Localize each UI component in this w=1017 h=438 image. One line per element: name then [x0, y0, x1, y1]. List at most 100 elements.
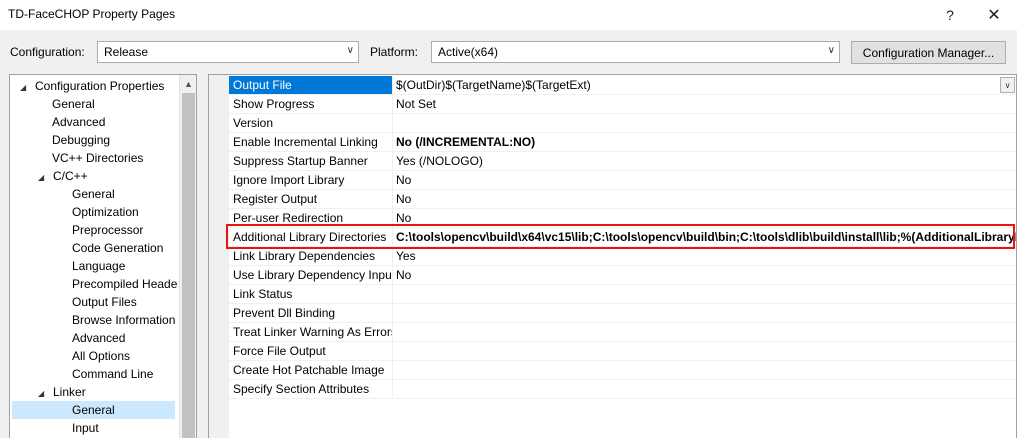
property-value[interactable]: Not Set: [394, 95, 1016, 113]
property-row[interactable]: Additional Library Directories C:\tools\o…: [229, 228, 1016, 247]
property-value[interactable]: [394, 304, 1016, 322]
tree-item[interactable]: Preprocessor: [10, 221, 143, 239]
tree-item-label: General: [72, 403, 115, 417]
property-name: Specify Section Attributes: [229, 380, 393, 398]
property-row[interactable]: Use Library Dependency Input No: [229, 266, 1016, 285]
platform-label: Platform:: [370, 45, 419, 59]
tree-item-label: Command Line: [72, 367, 154, 381]
tree-item[interactable]: VC++ Directories: [10, 149, 143, 167]
tree-item-label: Language: [72, 259, 126, 273]
tree-item[interactable]: Debugging: [10, 131, 110, 149]
property-name: Show Progress: [229, 95, 393, 113]
tree-item[interactable]: All Options: [10, 347, 130, 365]
property-name: Additional Library Directories: [229, 228, 393, 246]
property-row[interactable]: Version: [229, 114, 1016, 133]
property-value[interactable]: No: [394, 190, 1016, 208]
property-row[interactable]: Prevent Dll Binding: [229, 304, 1016, 323]
property-name: Use Library Dependency Input: [229, 266, 393, 284]
scroll-up-arrow-icon[interactable]: ▲: [180, 75, 196, 92]
tree-item[interactable]: Advanced: [10, 329, 125, 347]
tree-item[interactable]: Precompiled Heade: [10, 275, 177, 293]
configuration-select[interactable]: Release ∨: [97, 41, 359, 63]
tree-item[interactable]: Output Files: [10, 293, 137, 311]
tree-item[interactable]: Optimization: [10, 203, 139, 221]
tree-item[interactable]: ◢ C/C++: [10, 167, 88, 185]
platform-select[interactable]: Active(x64) ∨: [431, 41, 840, 63]
property-name: Per-user Redirection: [229, 209, 393, 227]
property-name: Force File Output: [229, 342, 393, 360]
tree-item-label: Advanced: [72, 331, 126, 345]
property-name: Create Hot Patchable Image: [229, 361, 393, 379]
property-row[interactable]: Treat Linker Warning As Errors: [229, 323, 1016, 342]
tree-item-label: Debugging: [52, 133, 111, 147]
property-value[interactable]: [394, 114, 1016, 132]
property-row[interactable]: Link Status: [229, 285, 1016, 304]
tree-item-label: General: [52, 97, 95, 111]
property-value[interactable]: No: [394, 266, 1016, 284]
tree-item[interactable]: Command Line: [10, 365, 153, 383]
property-name: Treat Linker Warning As Errors: [229, 323, 393, 341]
property-row[interactable]: Link Library Dependencies Yes: [229, 247, 1016, 266]
configuration-value: Release: [104, 45, 149, 59]
property-name: Enable Incremental Linking: [229, 133, 393, 151]
property-name: Output File: [229, 76, 393, 94]
configuration-manager-button[interactable]: Configuration Manager...: [851, 41, 1006, 64]
tree-item[interactable]: Input: [10, 419, 99, 437]
chevron-down-icon: ∨: [827, 45, 835, 56]
property-row[interactable]: Ignore Import Library No: [229, 171, 1016, 190]
property-value[interactable]: No (/INCREMENTAL:NO): [394, 133, 1016, 151]
property-name: Version: [229, 114, 393, 132]
tree-scrollbar[interactable]: ▲: [179, 75, 196, 438]
title-bar: TD-FaceCHOP Property Pages ? ✕: [0, 0, 1017, 30]
property-name: Link Status: [229, 285, 393, 303]
tree-item[interactable]: ◢ Linker: [10, 383, 86, 401]
window-title: TD-FaceCHOP Property Pages: [8, 7, 176, 21]
property-value[interactable]: [394, 323, 1016, 341]
property-row[interactable]: Force File Output: [229, 342, 1016, 361]
property-grid[interactable]: Output File $(OutDir)$(TargetName)$(Targe…: [208, 74, 1017, 438]
tree-item[interactable]: Code Generation: [10, 239, 163, 257]
property-row[interactable]: Specify Section Attributes: [229, 380, 1016, 399]
tree-item-label: Advanced: [52, 115, 106, 129]
property-value[interactable]: [394, 285, 1016, 303]
tree-item[interactable]: ◢ Configuration Properties: [10, 77, 164, 95]
property-row[interactable]: Register Output No: [229, 190, 1016, 209]
tree-item-label: All Options: [72, 349, 131, 363]
property-value[interactable]: C:\tools\opencv\build\x64\vc15\lib;C:\to…: [394, 228, 1016, 246]
tree-item-label: Linker: [53, 385, 86, 399]
close-icon[interactable]: ✕: [972, 2, 1016, 28]
property-row[interactable]: Per-user Redirection No: [229, 209, 1016, 228]
property-row[interactable]: Enable Incremental Linking No (/INCREMENT…: [229, 133, 1016, 152]
tree-item[interactable]: General: [10, 95, 95, 113]
property-value[interactable]: Yes: [394, 247, 1016, 265]
property-value[interactable]: [394, 342, 1016, 360]
property-name: Suppress Startup Banner: [229, 152, 393, 170]
tree-item-label: Code Generation: [72, 241, 164, 255]
property-row[interactable]: Show Progress Not Set: [229, 95, 1016, 114]
tree-item[interactable]: General: [12, 401, 175, 419]
configuration-label: Configuration:: [10, 45, 85, 59]
platform-value: Active(x64): [438, 45, 499, 59]
tree-item[interactable]: Language: [10, 257, 125, 275]
property-row[interactable]: Output File $(OutDir)$(TargetName)$(Targe…: [229, 76, 1016, 95]
property-tree[interactable]: ◢ Configuration Properties General Advanced…: [9, 74, 197, 438]
property-row[interactable]: Create Hot Patchable Image: [229, 361, 1016, 380]
help-button[interactable]: ?: [928, 2, 972, 28]
property-value[interactable]: No: [394, 171, 1016, 189]
tree-item-label: Browse Information: [72, 313, 176, 327]
property-row[interactable]: Suppress Startup Banner Yes (/NOLOGO): [229, 152, 1016, 171]
scrollbar-thumb[interactable]: [182, 93, 195, 438]
property-value[interactable]: No: [394, 209, 1016, 227]
tree-item[interactable]: Advanced: [10, 113, 105, 131]
chevron-down-icon[interactable]: ∨: [1000, 77, 1015, 93]
property-value[interactable]: Yes (/NOLOGO): [394, 152, 1016, 170]
grid-gutter: [209, 75, 229, 438]
property-name: Register Output: [229, 190, 393, 208]
property-value[interactable]: $(OutDir)$(TargetName)$(TargetExt): [394, 76, 1016, 94]
property-value[interactable]: [394, 380, 1016, 398]
tree-item[interactable]: General: [10, 185, 115, 203]
tree-item-label: Configuration Properties: [35, 79, 165, 93]
property-value[interactable]: [394, 361, 1016, 379]
tree-item[interactable]: Browse Information: [10, 311, 175, 329]
tree-item-label: C/C++: [53, 169, 88, 183]
